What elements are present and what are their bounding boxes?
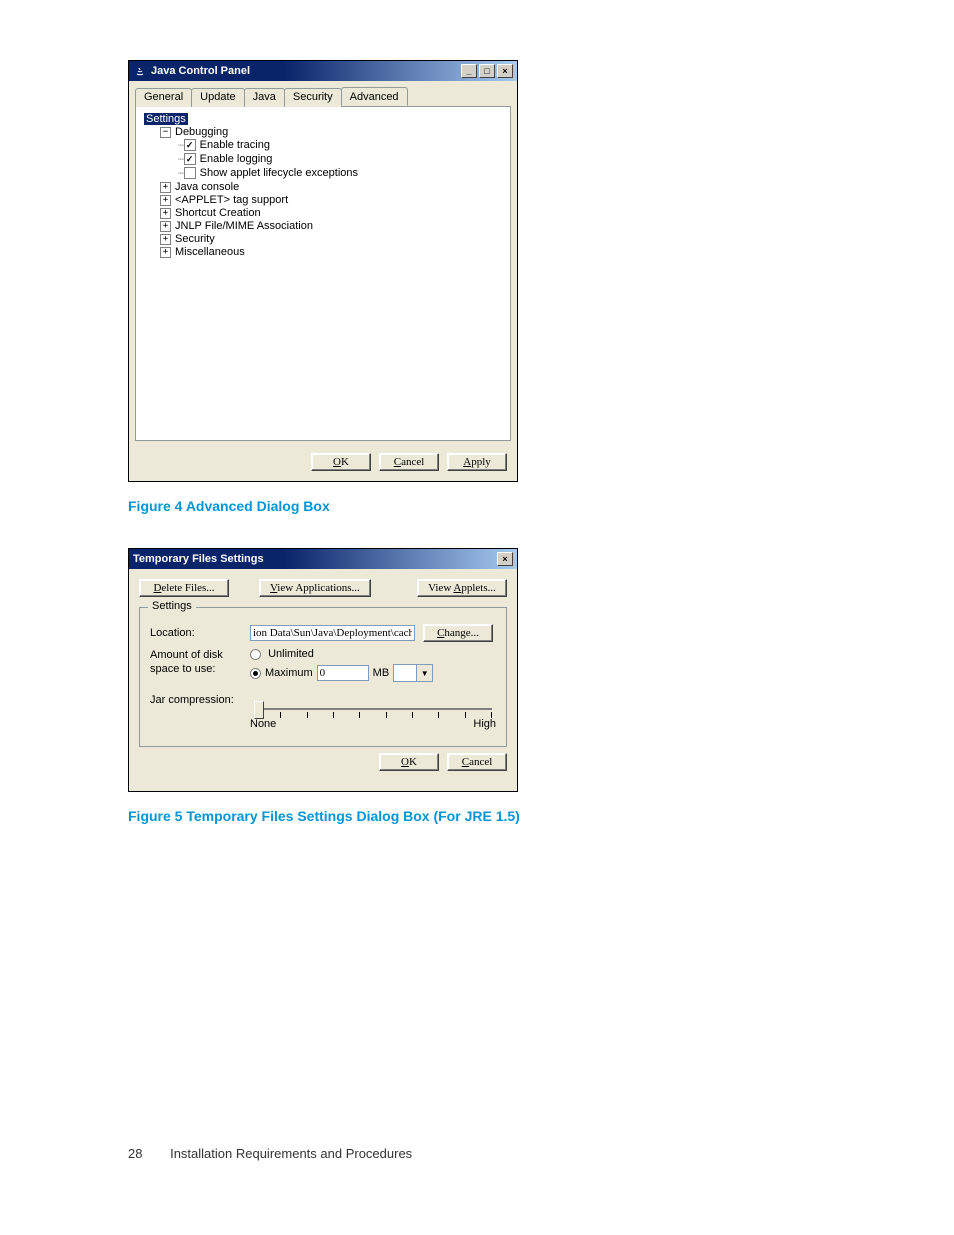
cancel-button[interactable]: Cancel bbox=[447, 753, 507, 771]
expand-icon[interactable]: + bbox=[160, 234, 171, 245]
dialog-button-row: OK Cancel Apply bbox=[129, 447, 517, 481]
ok-button[interactable]: OK bbox=[311, 453, 371, 471]
minimize-button[interactable]: _ bbox=[461, 64, 477, 78]
tree-node[interactable]: JNLP File/MIME Association bbox=[175, 220, 313, 232]
maximize-button[interactable]: □ bbox=[479, 64, 495, 78]
maximum-radio[interactable] bbox=[250, 668, 261, 679]
settings-group: Settings Location: Change... Amount of d… bbox=[139, 607, 507, 747]
figure-5-caption: Figure 5 Temporary Files Settings Dialog… bbox=[128, 808, 954, 824]
tree-node[interactable]: Shortcut Creation bbox=[175, 207, 261, 219]
window-title: Temporary Files Settings bbox=[133, 553, 264, 565]
close-button[interactable]: × bbox=[497, 64, 513, 78]
disk-space-label: Amount of diskspace to use: bbox=[150, 648, 250, 677]
temp-files-settings-dialog: Temporary Files Settings × Delete Files.… bbox=[128, 548, 518, 792]
view-applets-button[interactable]: View Applets... bbox=[417, 579, 507, 597]
unit-label: MB bbox=[373, 667, 390, 679]
expand-icon[interactable]: + bbox=[160, 221, 171, 232]
tree-node[interactable]: Java console bbox=[175, 181, 239, 193]
delete-files-button[interactable]: Delete Files... bbox=[139, 579, 229, 597]
cancel-button[interactable]: Cancel bbox=[379, 453, 439, 471]
checkbox[interactable] bbox=[184, 167, 196, 179]
tree-leaf[interactable]: Enable tracing bbox=[200, 139, 270, 151]
apply-button[interactable]: Apply bbox=[447, 453, 507, 471]
unlimited-label: Unlimited bbox=[268, 648, 314, 660]
close-button[interactable]: × bbox=[497, 552, 513, 566]
location-label: Location: bbox=[150, 627, 250, 639]
ok-button[interactable]: OK bbox=[379, 753, 439, 771]
figure-4-caption: Figure 4 Advanced Dialog Box bbox=[128, 498, 954, 514]
tree-node[interactable]: Security bbox=[175, 233, 215, 245]
expand-icon[interactable]: + bbox=[160, 208, 171, 219]
expand-icon[interactable]: + bbox=[160, 195, 171, 206]
expand-icon[interactable]: + bbox=[160, 247, 171, 258]
tree-node[interactable]: <APPLET> tag support bbox=[175, 194, 288, 206]
java-icon bbox=[133, 64, 147, 78]
tree-root-settings[interactable]: Settings bbox=[144, 113, 188, 125]
tree-node[interactable]: Miscellaneous bbox=[175, 246, 245, 258]
page-footer: 28 Installation Requirements and Procedu… bbox=[128, 1146, 412, 1161]
advanced-tab-panel: Settings − Debugging ┈ Enable tracing┈ E… bbox=[135, 106, 511, 441]
view-applications-button[interactable]: View Applications... bbox=[259, 579, 371, 597]
maximum-input[interactable] bbox=[317, 665, 369, 681]
tab-update[interactable]: Update bbox=[191, 88, 244, 107]
tab-bar: GeneralUpdateJavaSecurityAdvanced bbox=[129, 81, 517, 106]
maximum-label: Maximum bbox=[265, 667, 313, 679]
settings-legend: Settings bbox=[148, 600, 196, 612]
java-control-panel-dialog: Java Control Panel _ □ × GeneralUpdateJa… bbox=[128, 60, 518, 482]
unlimited-radio[interactable] bbox=[250, 649, 261, 660]
checkbox[interactable] bbox=[184, 153, 196, 165]
jar-compression-slider[interactable]: None High bbox=[250, 694, 496, 730]
checkbox[interactable] bbox=[184, 139, 196, 151]
tree-leaf[interactable]: Enable logging bbox=[200, 153, 273, 165]
tab-security[interactable]: Security bbox=[284, 88, 342, 107]
window-title: Java Control Panel bbox=[151, 65, 250, 77]
jar-compression-label: Jar compression: bbox=[150, 694, 250, 706]
titlebar[interactable]: Temporary Files Settings × bbox=[129, 549, 517, 569]
tree-node-debugging[interactable]: Debugging bbox=[175, 126, 228, 138]
change-button[interactable]: Change... bbox=[423, 624, 493, 642]
tree-leaf[interactable]: Show applet lifecycle exceptions bbox=[200, 167, 358, 179]
unit-combo[interactable]: ▼ bbox=[393, 664, 433, 682]
slider-high-label: High bbox=[473, 718, 496, 730]
collapse-icon[interactable]: − bbox=[160, 127, 171, 138]
page-number: 28 bbox=[128, 1146, 142, 1161]
chevron-down-icon: ▼ bbox=[416, 665, 432, 681]
tab-advanced[interactable]: Advanced bbox=[341, 87, 408, 106]
section-title: Installation Requirements and Procedures bbox=[170, 1146, 412, 1161]
expand-icon[interactable]: + bbox=[160, 182, 171, 193]
slider-low-label: None bbox=[250, 718, 276, 730]
titlebar[interactable]: Java Control Panel _ □ × bbox=[129, 61, 517, 81]
tab-general[interactable]: General bbox=[135, 88, 192, 107]
location-input[interactable] bbox=[250, 625, 415, 641]
tab-java[interactable]: Java bbox=[244, 88, 285, 107]
